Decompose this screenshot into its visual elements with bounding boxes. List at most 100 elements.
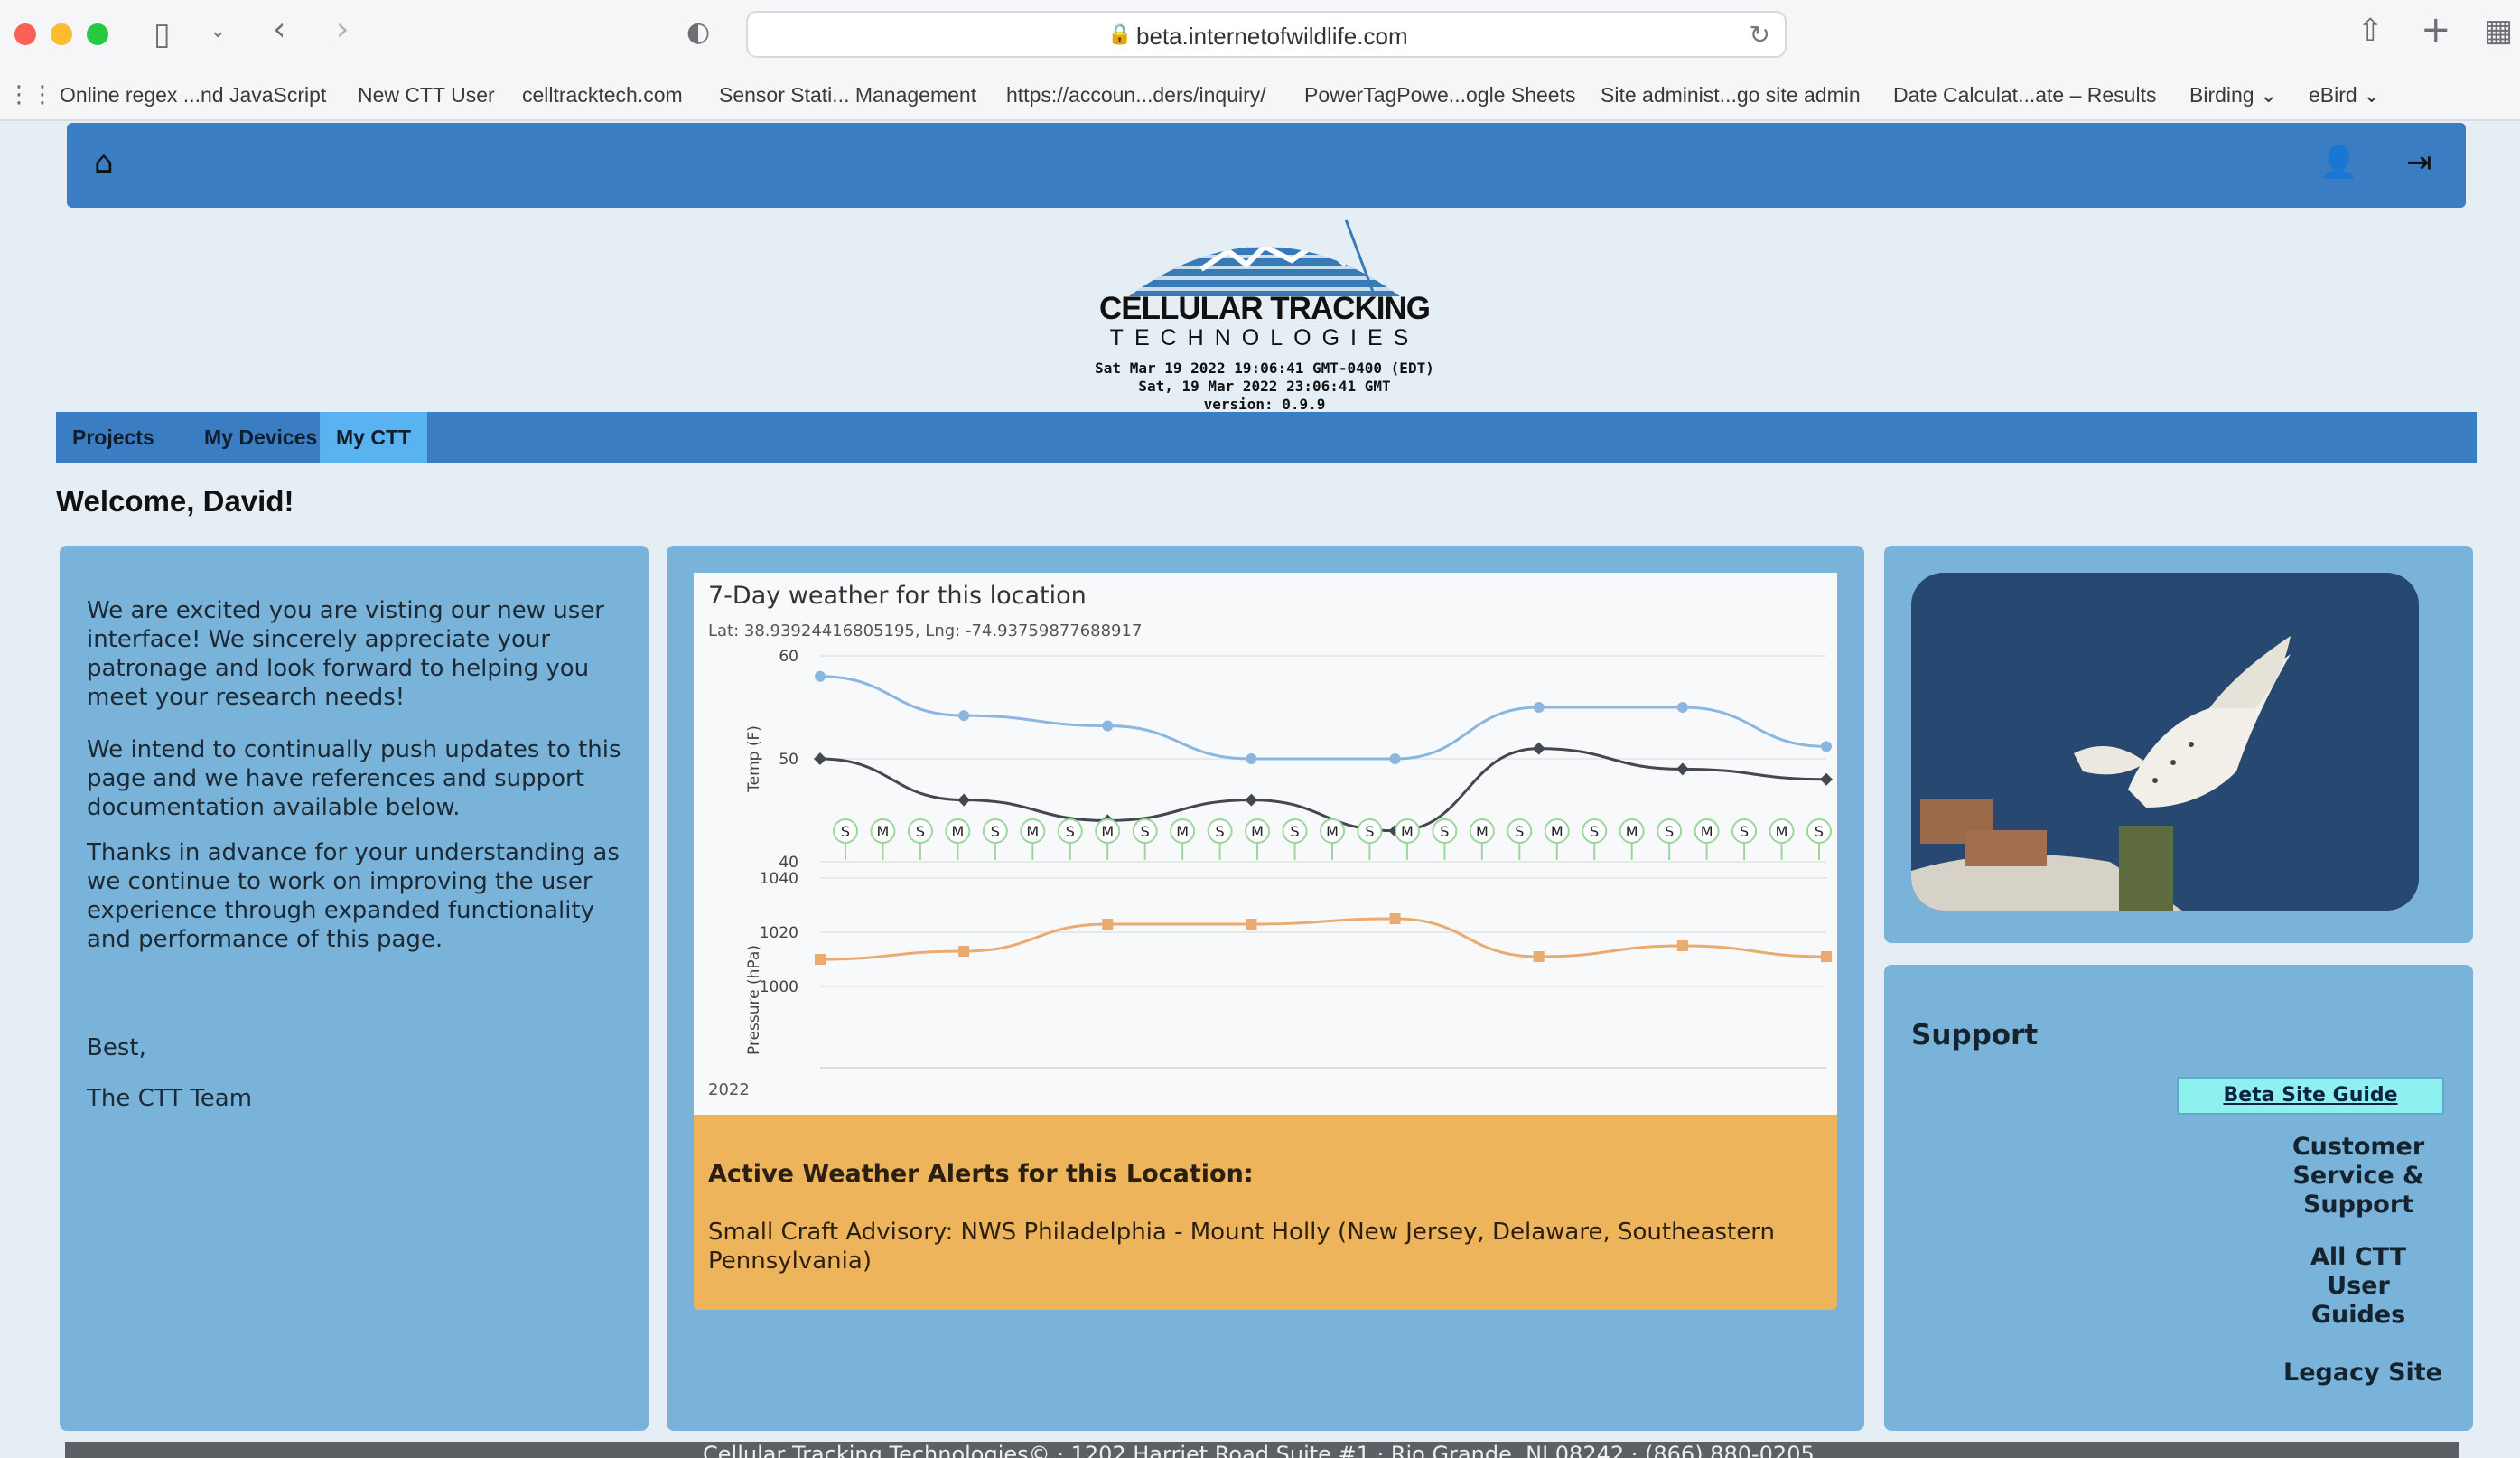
tab-my-ctt[interactable]: My CTT xyxy=(320,412,428,463)
logout-icon[interactable]: ⇥ xyxy=(2406,145,2432,181)
event-marker-label: M xyxy=(1026,823,1039,840)
bookmark-item[interactable]: Date Calculat...ate – Results xyxy=(1893,83,2156,107)
data-point xyxy=(958,710,970,722)
data-point xyxy=(1821,951,1832,962)
event-marker-label: M xyxy=(1251,823,1264,840)
bookmark-item[interactable]: Online regex ...nd JavaScript xyxy=(60,83,326,107)
brand-subtitle: TECHNOLOGIES xyxy=(1109,325,1420,350)
weather-chart-svg: 7-Day weather for this location Lat: 38.… xyxy=(708,582,1833,1099)
signoff: Best, xyxy=(87,1034,146,1061)
data-point xyxy=(957,793,971,807)
event-marker-label: M xyxy=(1176,823,1189,840)
zoom-window-button[interactable] xyxy=(87,23,108,45)
event-marker-label: S xyxy=(1141,823,1150,840)
data-point xyxy=(1102,720,1114,732)
tab-projects[interactable]: Projects xyxy=(56,412,171,463)
page-footer: Cellular Tracking Technologies© · 1202 H… xyxy=(65,1442,2459,1458)
y-tick-label: 50 xyxy=(779,751,798,769)
chevron-down-icon[interactable]: ⌄ xyxy=(210,20,226,42)
data-point xyxy=(1675,762,1689,776)
data-point xyxy=(1389,913,1401,924)
y-tick-label: 60 xyxy=(779,648,798,666)
weather-alert-box: Active Weather Alerts for this Location:… xyxy=(694,1115,1837,1310)
intro-panel: We are excited you are visting our new u… xyxy=(60,546,649,1431)
event-marker-label: M xyxy=(1626,823,1638,840)
apps-grid-icon[interactable]: ⋮⋮ xyxy=(7,81,54,108)
data-point xyxy=(1676,702,1688,713)
shield-icon[interactable]: ◐ xyxy=(686,16,710,48)
snowy-owl-photo xyxy=(1911,573,2419,911)
bookmark-folder-birding[interactable]: Birding ⌄ xyxy=(2189,83,2277,107)
y-axis-label: Temp (F) xyxy=(745,725,763,793)
data-point xyxy=(1821,741,1832,752)
home-icon[interactable]: ⌂ xyxy=(94,145,114,181)
event-marker-label: S xyxy=(916,823,925,840)
event-marker-label: S xyxy=(1066,823,1075,840)
event-marker-label: S xyxy=(1440,823,1449,840)
event-marker-label: S xyxy=(1740,823,1749,840)
brand-title: CELLULAR TRACKING xyxy=(1098,291,1431,326)
chart-subtitle: Lat: 38.93924416805195, Lng: -74.9375987… xyxy=(708,622,1142,640)
new-tab-icon[interactable]: + xyxy=(2421,9,2451,51)
gmt-time: Sat, 19 Mar 2022 23:06:41 GMT xyxy=(1138,378,1391,395)
data-point xyxy=(1533,702,1545,713)
series-line xyxy=(819,917,1827,961)
user-settings-icon[interactable]: 👤 xyxy=(2319,145,2357,181)
event-marker-label: M xyxy=(1776,823,1788,840)
data-point xyxy=(1102,919,1114,930)
bookmark-item[interactable]: Sensor Stati... Management xyxy=(719,83,976,107)
alert-text: Small Craft Advisory: NWS Philadelphia -… xyxy=(708,1219,1775,1275)
data-point xyxy=(815,954,826,965)
event-marker-label: M xyxy=(951,823,964,840)
bookmark-item[interactable]: Site administ...go site admin xyxy=(1601,83,1861,107)
legacy-site-link[interactable]: Legacy Site xyxy=(2282,1359,2444,1388)
address-bar[interactable]: 🔒 beta.internetofwildlife.com ↻ xyxy=(746,11,1787,58)
url-text: beta.internetofwildlife.com xyxy=(1136,23,1408,50)
bookmark-item[interactable]: https://accoun...ders/inquiry/ xyxy=(1006,83,1266,107)
event-marker-label: S xyxy=(991,823,1000,840)
tab-my-devices[interactable]: My Devices xyxy=(188,412,333,463)
data-point xyxy=(1532,742,1545,755)
version-label: version: 0.9.9 xyxy=(1203,396,1326,413)
weather-panel: 7-Day weather for this location Lat: 38.… xyxy=(667,546,1864,1431)
minimize-window-button[interactable] xyxy=(51,23,72,45)
y-tick-label: 1040 xyxy=(760,870,798,888)
browser-toolbar: ▯ ⌄ ‹ › ◐ 🔒 beta.internetofwildlife.com … xyxy=(0,0,2520,69)
data-point xyxy=(1389,753,1401,764)
event-marker-label: S xyxy=(1590,823,1599,840)
data-point xyxy=(958,946,970,957)
reload-icon[interactable]: ↻ xyxy=(1750,20,1770,50)
customer-service-link[interactable]: Customer Service & Support xyxy=(2282,1133,2435,1220)
bookmark-folder-ebird[interactable]: eBird ⌄ xyxy=(2309,83,2380,107)
chevron-down-icon: ⌄ xyxy=(2363,83,2381,107)
series-line xyxy=(819,747,1827,833)
event-marker-label: S xyxy=(841,823,850,840)
share-icon[interactable]: ⇧ xyxy=(2357,13,2384,49)
data-point xyxy=(1245,793,1258,807)
bookmark-item[interactable]: New CTT User xyxy=(358,83,495,107)
event-marker-label: M xyxy=(1551,823,1563,840)
chart-title: 7-Day weather for this location xyxy=(708,582,1087,610)
y-axis-label: Pressure (hPa) xyxy=(745,945,763,1055)
data-point xyxy=(1820,772,1833,786)
bookmark-item[interactable]: celltracktech.com xyxy=(522,83,683,107)
intro-paragraph: We are excited you are visting our new u… xyxy=(87,597,604,711)
y-tick-label: 1000 xyxy=(760,978,798,996)
close-window-button[interactable] xyxy=(14,23,36,45)
weather-chart: 7-Day weather for this location Lat: 38.… xyxy=(694,573,1837,1115)
chart-x-footer: 2022 xyxy=(708,1080,750,1099)
main-tabs: Projects My Devices My CTT xyxy=(56,412,2477,463)
forward-icon[interactable]: › xyxy=(336,11,349,48)
beta-site-guide-button[interactable]: Beta Site Guide xyxy=(2177,1077,2444,1115)
local-time: Sat Mar 19 2022 19:06:41 GMT-0400 (EDT) xyxy=(1095,360,1434,377)
user-guides-link[interactable]: All CTT User Guides xyxy=(2291,1243,2426,1330)
support-heading: Support xyxy=(1911,1019,2039,1051)
bookmark-item[interactable]: PowerTagPowe...ogle Sheets xyxy=(1304,83,1575,107)
back-icon[interactable]: ‹ xyxy=(273,11,285,48)
sidebar-toggle-icon[interactable]: ▯ xyxy=(154,16,171,52)
tab-overview-icon[interactable]: ▦ xyxy=(2484,13,2513,49)
footer-text: Cellular Tracking Technologies© · 1202 H… xyxy=(703,1442,1815,1458)
alert-title: Active Weather Alerts for this Location: xyxy=(708,1160,1254,1188)
event-marker-label: S xyxy=(1216,823,1225,840)
event-marker-label: M xyxy=(1476,823,1489,840)
